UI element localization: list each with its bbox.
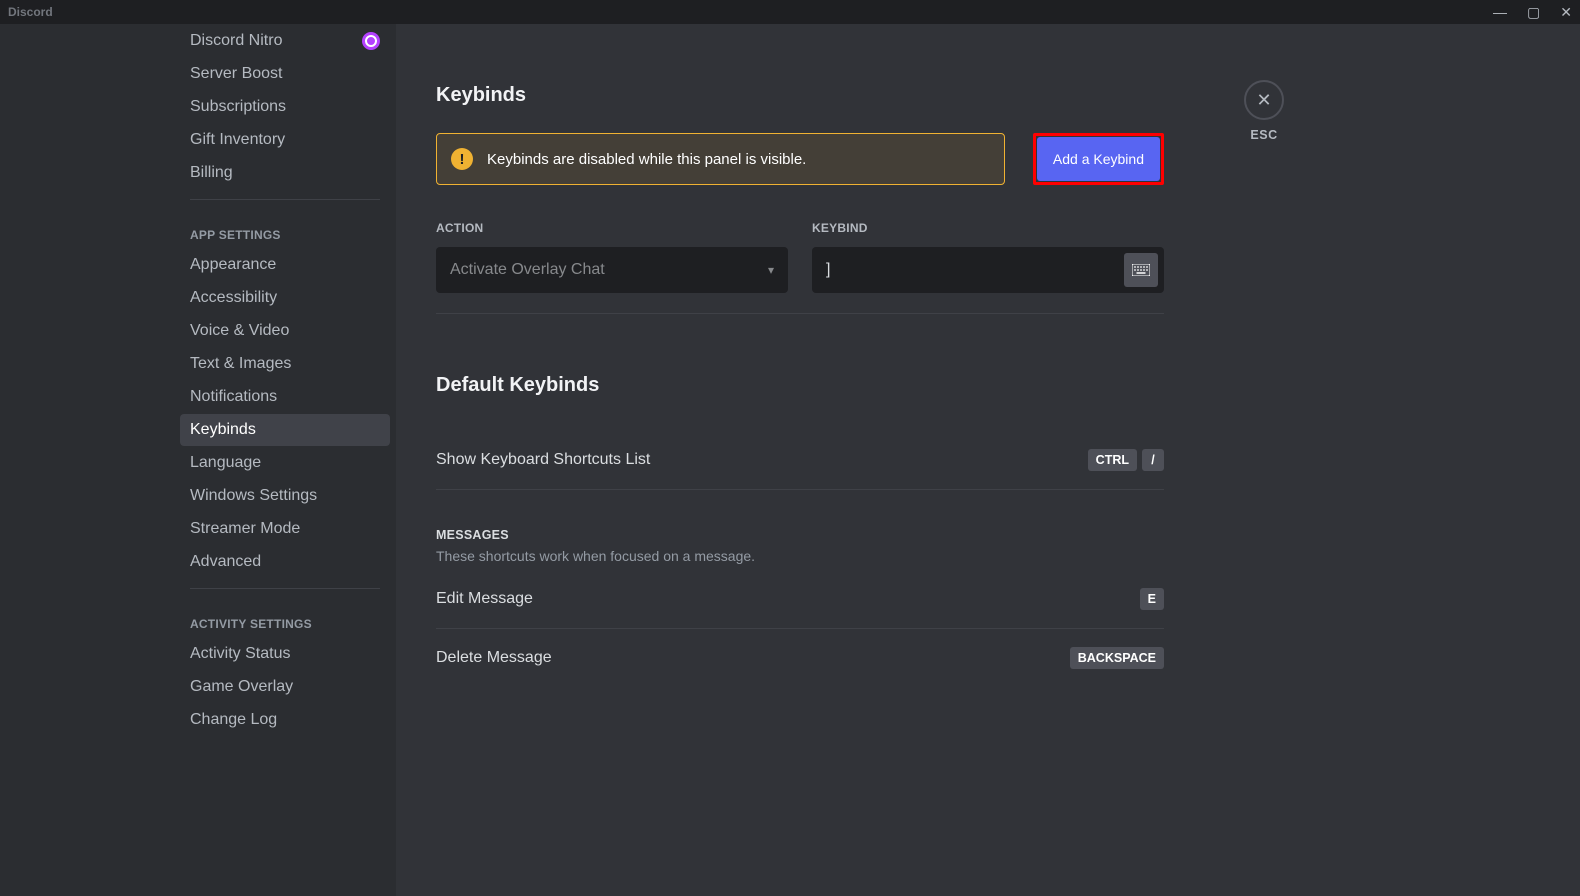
sidebar-item-advanced[interactable]: Advanced [180,546,390,578]
sidebar-item-label: Windows Settings [190,487,317,505]
sidebar-item-label: Server Boost [190,65,282,83]
chevron-down-icon: ▾ [768,263,774,277]
keybind-row: Edit Message E [436,570,1164,629]
sidebar-separator [190,199,380,200]
sidebar-item-label: Change Log [190,711,277,729]
keybind-keys: BACKSPACE [1070,647,1164,669]
sidebar-item-label: Accessibility [190,289,277,307]
sidebar-item-nitro[interactable]: Discord Nitro [180,25,390,57]
action-value: Activate Overlay Chat [450,261,605,279]
sidebar-item-boost[interactable]: Server Boost [180,58,390,90]
keybind-input[interactable]: ] [812,247,1164,293]
warning-text: Keybinds are disabled while this panel i… [487,151,806,168]
sidebar-item-keybinds[interactable]: Keybinds [180,414,390,446]
maximize-icon[interactable]: ▢ [1527,4,1540,21]
sidebar-item-label: Discord Nitro [190,32,282,50]
keyboard-icon[interactable] [1124,253,1158,287]
sidebar-item-windows[interactable]: Windows Settings [180,480,390,512]
sidebar-item-gift[interactable]: Gift Inventory [180,124,390,156]
defaults-title: Default Keybinds [436,374,1164,397]
warning-notice: ! Keybinds are disabled while this panel… [436,133,1005,185]
sidebar-item-label: Appearance [190,256,276,274]
keybind-label: KEYBIND [812,221,1164,235]
sidebar-header: ACTIVITY SETTINGS [180,599,390,637]
sidebar-item-label: Notifications [190,388,277,406]
keybind-keys: E [1140,588,1164,610]
sidebar-item-activity[interactable]: Activity Status [180,638,390,670]
sidebar: Discord Nitro Server Boost Subscriptions Gi… [0,24,396,896]
sidebar-item-label: Voice & Video [190,322,289,340]
keybind-row-label: Edit Message [436,590,533,608]
divider [436,313,1164,314]
sidebar-item-changelog[interactable]: Change Log [180,704,390,736]
sidebar-header: APP SETTINGS [180,210,390,248]
close-settings-button[interactable]: ✕ [1244,80,1284,120]
keybind-row: Show Keyboard Shortcuts List CTRL/ [436,431,1164,490]
sidebar-item-label: Language [190,454,261,472]
sidebar-item-appearance[interactable]: Appearance [180,249,390,281]
sidebar-item-text[interactable]: Text & Images [180,348,390,380]
sidebar-item-notifications[interactable]: Notifications [180,381,390,413]
sidebar-separator [190,588,380,589]
sidebar-item-label: Gift Inventory [190,131,285,149]
close-window-icon[interactable]: ✕ [1560,4,1572,21]
messages-desc: These shortcuts work when focused on a m… [436,548,1164,564]
titlebar: Discord — ▢ ✕ [0,0,1580,24]
sidebar-item-label: Streamer Mode [190,520,300,538]
messages-header: MESSAGES [436,528,1164,542]
sidebar-item-label: Keybinds [190,421,256,439]
keybind-row-label: Delete Message [436,649,552,667]
key-chip: E [1140,588,1164,610]
sidebar-item-voice[interactable]: Voice & Video [180,315,390,347]
nitro-icon [362,32,380,50]
keybind-keys: CTRL/ [1088,449,1164,471]
add-keybind-highlight: Add a Keybind [1033,133,1164,185]
sidebar-item-label: Text & Images [190,355,291,373]
sidebar-item-label: Advanced [190,553,261,571]
warning-icon: ! [451,148,473,170]
sidebar-item-subs[interactable]: Subscriptions [180,91,390,123]
close-label: ESC [1250,128,1277,142]
minimize-icon[interactable]: — [1493,4,1507,21]
key-chip: BACKSPACE [1070,647,1164,669]
sidebar-item-label: Activity Status [190,645,290,663]
sidebar-item-accessibility[interactable]: Accessibility [180,282,390,314]
app-name: Discord [8,5,53,19]
sidebar-item-label: Billing [190,164,233,182]
keybind-row: Delete Message BACKSPACE [436,629,1164,687]
key-chip: / [1142,449,1164,471]
page-title: Keybinds [436,84,1164,107]
sidebar-item-overlay[interactable]: Game Overlay [180,671,390,703]
keybind-row-label: Show Keyboard Shortcuts List [436,451,650,469]
sidebar-item-billing[interactable]: Billing [180,157,390,189]
key-chip: CTRL [1088,449,1137,471]
action-label: ACTION [436,221,788,235]
sidebar-item-label: Subscriptions [190,98,286,116]
add-keybind-button[interactable]: Add a Keybind [1037,137,1160,181]
action-select[interactable]: Activate Overlay Chat ▾ [436,247,788,293]
sidebar-item-label: Game Overlay [190,678,293,696]
sidebar-item-language[interactable]: Language [180,447,390,479]
keybind-value: ] [826,261,830,279]
sidebar-item-streamer[interactable]: Streamer Mode [180,513,390,545]
